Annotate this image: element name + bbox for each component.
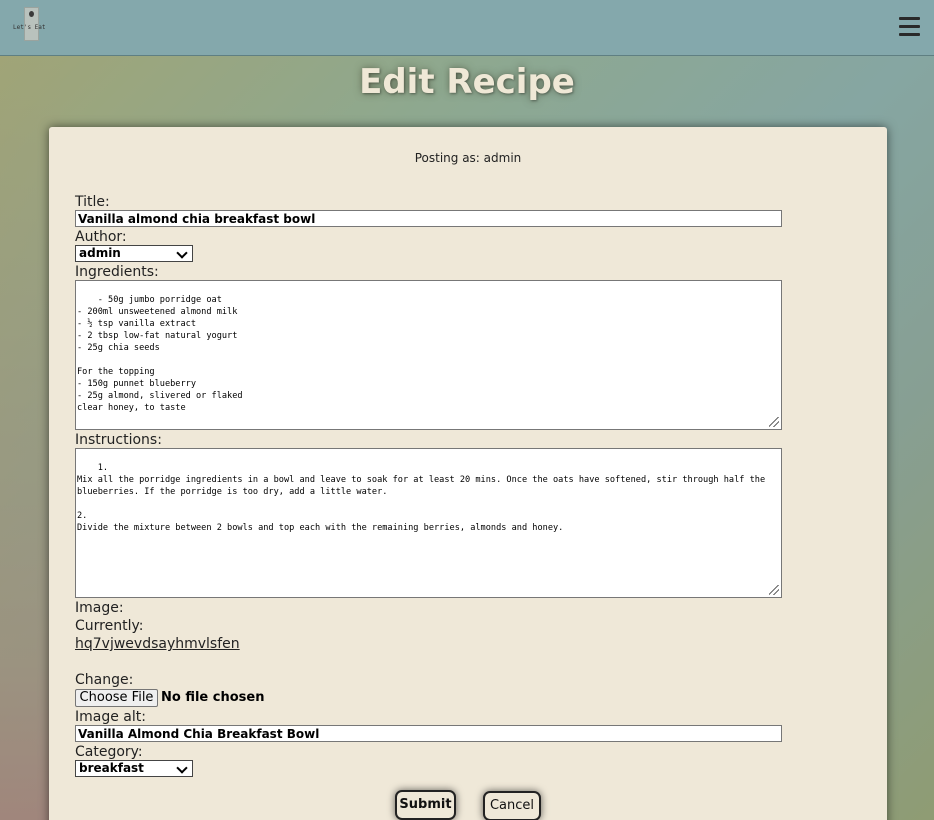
edit-recipe-form: Posting as: admin Title: Author: admin I…	[49, 127, 887, 820]
file-status-text: No file chosen	[161, 690, 265, 705]
instructions-textarea[interactable]: 1. Mix all the porridge ingredients in a…	[75, 448, 782, 598]
image-alt-label: Image alt:	[75, 709, 146, 725]
navbar: Let's Eat	[0, 0, 934, 56]
author-select[interactable]: admin	[75, 245, 193, 262]
category-label: Category:	[75, 744, 143, 760]
instructions-label: Instructions:	[75, 432, 162, 448]
page-title: Edit Recipe	[359, 62, 575, 102]
submit-button[interactable]: Submit	[395, 790, 456, 820]
logo-text: Let's Eat	[13, 24, 46, 31]
title-label: Title:	[75, 194, 110, 210]
ingredients-textarea[interactable]: - 50g jumbo porridge oat - 200ml unsweet…	[75, 280, 782, 430]
author-selected-value: admin	[79, 246, 121, 260]
cancel-button[interactable]: Cancel	[483, 791, 541, 820]
resize-handle-icon[interactable]	[769, 585, 779, 595]
posting-as-text: Posting as: admin	[414, 151, 522, 165]
hamburger-menu-icon[interactable]	[899, 17, 921, 39]
title-input[interactable]	[75, 210, 782, 227]
ingredients-text: - 50g jumbo porridge oat - 200ml unsweet…	[77, 295, 243, 413]
logo-icon	[29, 11, 34, 17]
category-select[interactable]: breakfast	[75, 760, 193, 777]
resize-handle-icon[interactable]	[769, 417, 779, 427]
ingredients-label: Ingredients:	[75, 264, 159, 280]
category-selected-value: breakfast	[79, 761, 144, 775]
chevron-down-icon	[176, 762, 188, 774]
chevron-down-icon	[176, 247, 188, 259]
image-label: Image:	[75, 600, 124, 616]
image-alt-input[interactable]	[75, 725, 782, 742]
currently-label: Currently:	[75, 618, 144, 634]
instructions-text: 1. Mix all the porridge ingredients in a…	[77, 463, 766, 533]
change-label: Change:	[75, 672, 134, 688]
choose-file-button[interactable]: Choose File	[75, 689, 158, 707]
author-label: Author:	[75, 229, 127, 245]
current-image-link[interactable]: hq7vjwevdsayhmvlsfen	[75, 636, 240, 652]
